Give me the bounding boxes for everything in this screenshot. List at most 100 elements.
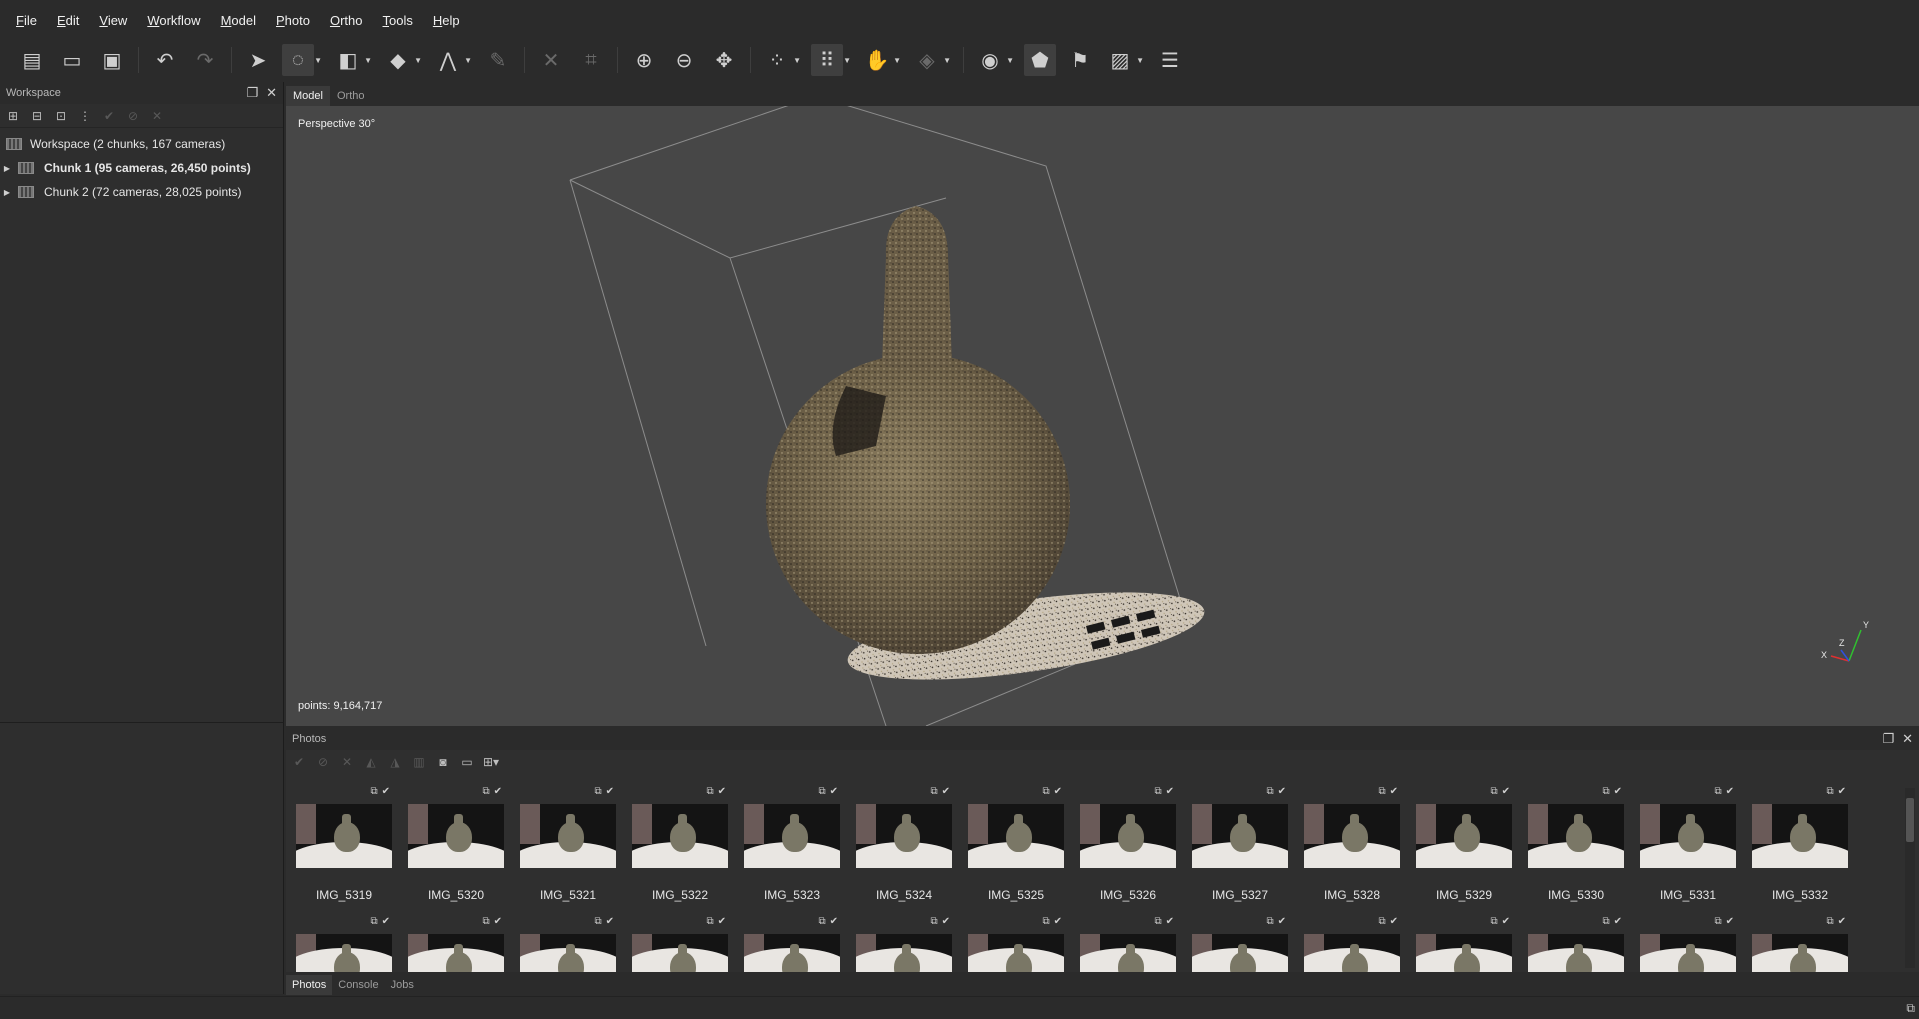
close-icon[interactable]: ✕ bbox=[1902, 731, 1913, 747]
menu-workflow[interactable]: Workflow bbox=[147, 11, 200, 30]
enable-icon[interactable]: ✔ bbox=[290, 753, 308, 771]
chevron-down-icon[interactable]: ▼ bbox=[464, 56, 472, 65]
photo-thumbnail[interactable]: ⧉ ✔ bbox=[1640, 916, 1736, 972]
reset-view-icon[interactable]: ✥ bbox=[708, 44, 740, 76]
tree-item-chunk-1[interactable]: ▶ Chunk 1 (95 cameras, 26,450 points) bbox=[0, 156, 283, 180]
menu-model[interactable]: Model bbox=[221, 11, 256, 30]
tab-ortho[interactable]: Ortho bbox=[330, 86, 372, 106]
tree-item-workspace[interactable]: Workspace (2 chunks, 167 cameras) bbox=[0, 132, 283, 156]
scrollbar-thumb[interactable] bbox=[1906, 798, 1914, 842]
chevron-down-icon[interactable]: ▼ bbox=[793, 56, 801, 65]
remove-icon[interactable]: ✕ bbox=[148, 107, 166, 125]
photo-thumbnail[interactable]: ⧉ ✔ IMG_5324 bbox=[856, 786, 952, 916]
chevron-down-icon[interactable]: ▼ bbox=[1136, 56, 1144, 65]
tie-points-icon[interactable]: ⁘ ▼ bbox=[761, 44, 801, 76]
tab-model[interactable]: Model bbox=[286, 86, 330, 106]
photo-thumbnail[interactable]: ⧉ ✔ IMG_5321 bbox=[520, 786, 616, 916]
expand-arrow-icon[interactable]: ▶ bbox=[0, 164, 14, 173]
show-cameras-icon[interactable]: ▭ bbox=[458, 753, 476, 771]
tiled-model-icon[interactable]: ◈ ▼ bbox=[911, 44, 951, 76]
chevron-down-icon[interactable]: ▼ bbox=[1006, 56, 1014, 65]
flag-icon[interactable]: ⚑ bbox=[1064, 44, 1096, 76]
tab-jobs[interactable]: Jobs bbox=[385, 975, 420, 995]
open-folder-icon[interactable]: ▭ bbox=[56, 44, 88, 76]
expand-arrow-icon[interactable]: ▶ bbox=[0, 188, 14, 197]
shapes-icon[interactable]: ⬟ bbox=[1024, 44, 1056, 76]
enable-icon[interactable]: ✔ bbox=[100, 107, 118, 125]
save-icon[interactable]: ▣ bbox=[96, 44, 128, 76]
remove-icon[interactable]: ✕ bbox=[338, 753, 356, 771]
resize-region-icon[interactable]: ◆ ▼ bbox=[382, 44, 422, 76]
disable-icon[interactable]: ⊘ bbox=[314, 753, 332, 771]
photo-thumbnail[interactable]: ⧉ ✔ IMG_5325 bbox=[968, 786, 1064, 916]
photo-thumbnail[interactable]: ⧉ ✔ bbox=[1304, 916, 1400, 972]
photo-thumbnail[interactable]: ⧉ ✔ IMG_5328 bbox=[1304, 786, 1400, 916]
mesh-icon[interactable]: ✋ ▼ bbox=[861, 44, 901, 76]
photos-scrollbar[interactable] bbox=[1905, 788, 1915, 968]
menu-edit[interactable]: Edit bbox=[57, 11, 79, 30]
delete-selection-icon[interactable]: ✕ bbox=[535, 44, 567, 76]
chevron-down-icon[interactable]: ▼ bbox=[943, 56, 951, 65]
chevron-down-icon[interactable]: ▼ bbox=[314, 56, 322, 65]
camera-icon[interactable]: ◉ ▼ bbox=[974, 44, 1014, 76]
photo-thumbnail[interactable]: ⧉ ✔ bbox=[632, 916, 728, 972]
photo-thumbnail[interactable]: ⧉ ✔ bbox=[1528, 916, 1624, 972]
photo-thumbnail[interactable]: ⧉ ✔ IMG_5326 bbox=[1080, 786, 1176, 916]
add-photos-icon[interactable]: ⊟ bbox=[28, 107, 46, 125]
layers-icon[interactable]: ☰ bbox=[1154, 44, 1186, 76]
chevron-down-icon[interactable]: ▼ bbox=[414, 56, 422, 65]
photo-thumbnail[interactable]: ⧉ ✔ bbox=[1192, 916, 1288, 972]
redo-icon[interactable]: ↷ bbox=[189, 44, 221, 76]
add-folder-icon[interactable]: ⊡ bbox=[52, 107, 70, 125]
mask-icon[interactable]: ▥ bbox=[410, 753, 428, 771]
photo-thumbnail[interactable]: ⧉ ✔ bbox=[1080, 916, 1176, 972]
chevron-down-icon[interactable]: ▼ bbox=[893, 56, 901, 65]
menu-file[interactable]: File bbox=[16, 11, 37, 30]
rotate-right-icon[interactable]: ◮ bbox=[386, 753, 404, 771]
photo-thumbnail[interactable]: ⧉ ✔ bbox=[856, 916, 952, 972]
disable-icon[interactable]: ⊘ bbox=[124, 107, 142, 125]
draw-polyline-icon[interactable]: ⋀ ▼ bbox=[432, 44, 472, 76]
photo-thumbnail[interactable]: ⧉ ✔ IMG_5320 bbox=[408, 786, 504, 916]
zoom-out-icon[interactable]: ⊖ bbox=[668, 44, 700, 76]
photo-thumbnail[interactable]: ⧉ ✔ IMG_5329 bbox=[1416, 786, 1512, 916]
undo-icon[interactable]: ↶ bbox=[149, 44, 181, 76]
photo-thumbnail[interactable]: ⧉ ✔ bbox=[296, 916, 392, 972]
close-icon[interactable]: ✕ bbox=[266, 85, 277, 101]
restore-window-icon[interactable]: ❐ bbox=[246, 85, 258, 101]
photo-thumbnail[interactable]: ⧉ ✔ IMG_5327 bbox=[1192, 786, 1288, 916]
add-chunk-icon[interactable]: ⊞ bbox=[4, 107, 22, 125]
rotate-object-icon[interactable]: ◌ ▼ bbox=[282, 44, 322, 76]
add-marker-icon[interactable]: ⋮ bbox=[76, 107, 94, 125]
ruler-icon[interactable]: ✎ bbox=[482, 44, 514, 76]
menu-view[interactable]: View bbox=[99, 11, 127, 30]
chevron-down-icon[interactable]: ▼ bbox=[843, 56, 851, 65]
model-viewport[interactable]: Perspective 30° points: 9,164,717 X Y Z bbox=[286, 106, 1919, 726]
dense-cloud-icon[interactable]: ⠿ ▼ bbox=[811, 44, 851, 76]
tree-item-chunk-2[interactable]: ▶ Chunk 2 (72 cameras, 28,025 points) bbox=[0, 180, 283, 204]
photo-thumbnail[interactable]: ⧉ ✔ bbox=[1416, 916, 1512, 972]
image-icon[interactable]: ▨ ▼ bbox=[1104, 44, 1144, 76]
photo-thumbnail[interactable]: ⧉ ✔ IMG_5322 bbox=[632, 786, 728, 916]
menu-tools[interactable]: Tools bbox=[383, 11, 413, 30]
restore-window-icon[interactable]: ❐ bbox=[1882, 731, 1894, 747]
chevron-down-icon[interactable]: ▼ bbox=[364, 56, 372, 65]
tab-console[interactable]: Console bbox=[332, 975, 384, 995]
crop-selection-icon[interactable]: ⌗ bbox=[575, 44, 607, 76]
photo-thumbnail[interactable]: ⧉ ✔ IMG_5331 bbox=[1640, 786, 1736, 916]
show-masks-icon[interactable]: ◙ bbox=[434, 753, 452, 771]
photo-thumbnail[interactable]: ⧉ ✔ IMG_5323 bbox=[744, 786, 840, 916]
view-mode-icon[interactable]: ⊞▾ bbox=[482, 753, 500, 771]
new-document-icon[interactable]: ▤ bbox=[16, 44, 48, 76]
photo-thumbnail[interactable]: ⧉ ✔ bbox=[408, 916, 504, 972]
menu-photo[interactable]: Photo bbox=[276, 11, 310, 30]
photo-thumbnail[interactable]: ⧉ ✔ IMG_5319 bbox=[296, 786, 392, 916]
zoom-in-icon[interactable]: ⊕ bbox=[628, 44, 660, 76]
photo-thumbnail[interactable]: ⧉ ✔ bbox=[744, 916, 840, 972]
photo-thumbnail[interactable]: ⧉ ✔ bbox=[520, 916, 616, 972]
photo-thumbnail[interactable]: ⧉ ✔ bbox=[968, 916, 1064, 972]
menu-help[interactable]: Help bbox=[433, 11, 460, 30]
tab-photos[interactable]: Photos bbox=[286, 975, 333, 995]
photo-thumbnail[interactable]: ⧉ ✔ IMG_5330 bbox=[1528, 786, 1624, 916]
rotate-left-icon[interactable]: ◭ bbox=[362, 753, 380, 771]
